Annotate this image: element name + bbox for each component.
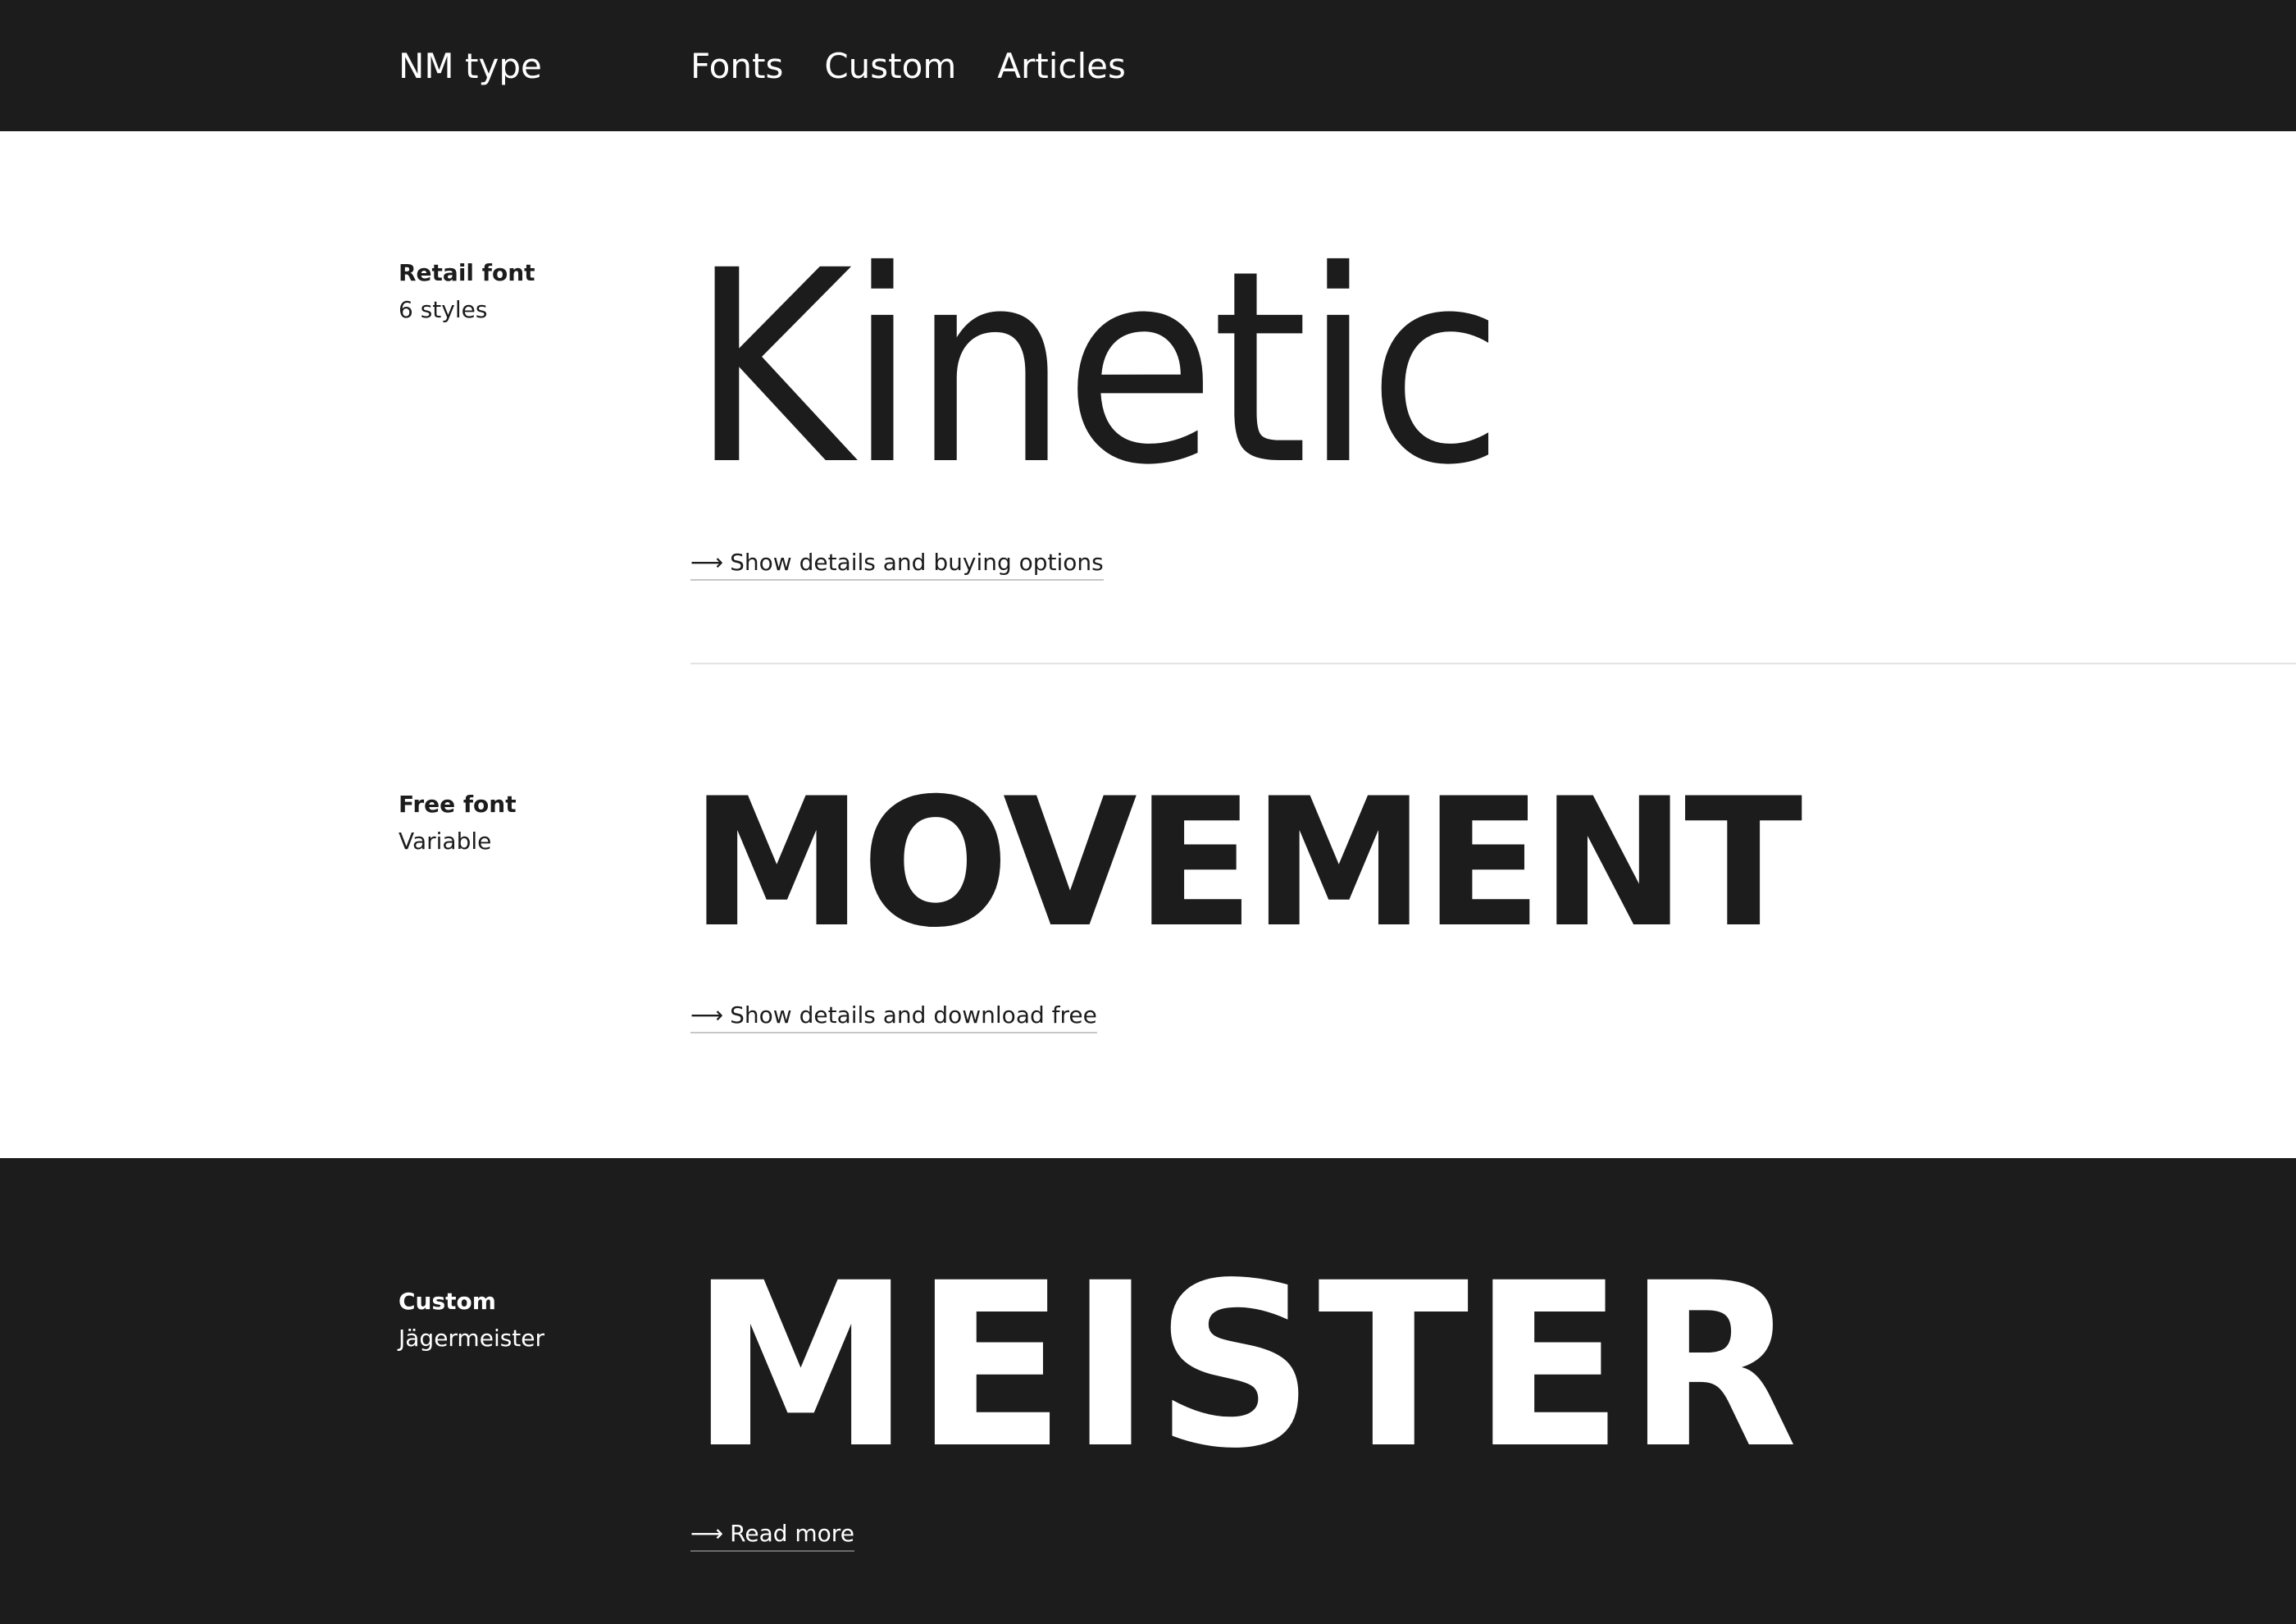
brand-logo-link[interactable]: NM type bbox=[399, 46, 542, 87]
custom-kind-label: Custom bbox=[399, 1288, 496, 1315]
font-kind-label: Free font bbox=[399, 791, 517, 818]
main-nav: Fonts Custom Articles bbox=[690, 46, 1126, 87]
link-label: Show details and buying options bbox=[730, 549, 1104, 576]
nav-link-custom[interactable]: Custom bbox=[824, 46, 956, 87]
nav-link-fonts[interactable]: Fonts bbox=[690, 46, 783, 87]
custom-meta: Custom Jägermeister bbox=[399, 1283, 544, 1357]
font-kind-label: Retail font bbox=[399, 259, 535, 286]
read-more-link[interactable]: ⟶ Read more bbox=[690, 1519, 854, 1552]
font-styles-count: 6 styles bbox=[399, 296, 488, 323]
link-label: Show details and download free bbox=[730, 1001, 1097, 1029]
arrow-right-icon: ⟶ bbox=[690, 1520, 724, 1547]
custom-card-meister: Custom Jägermeister MEISTER ⟶ Read more bbox=[0, 1158, 2296, 1624]
custom-client-label: Jägermeister bbox=[399, 1325, 545, 1352]
font-card-movement: Free font Variable MOVEMENT ⟶ Show detail… bbox=[0, 664, 2296, 1158]
font-specimen-kinetic[interactable]: Kinetic bbox=[690, 221, 1504, 517]
link-label: Read more bbox=[730, 1520, 854, 1547]
top-navigation-bar: NM type Fonts Custom Articles bbox=[0, 0, 2296, 131]
font-card-kinetic: Retail font 6 styles Kinetic ⟶ Show detai… bbox=[0, 131, 2296, 663]
font-variant-label: Variable bbox=[399, 828, 492, 855]
arrow-right-icon: ⟶ bbox=[690, 1001, 724, 1029]
font-meta: Free font Variable bbox=[399, 786, 517, 860]
nav-link-articles[interactable]: Articles bbox=[997, 46, 1126, 87]
custom-specimen-meister[interactable]: MEISTER bbox=[690, 1248, 1801, 1486]
show-details-download-link[interactable]: ⟶ Show details and download free bbox=[690, 1001, 1097, 1033]
show-details-buying-link[interactable]: ⟶ Show details and buying options bbox=[690, 548, 1104, 581]
arrow-right-icon: ⟶ bbox=[690, 549, 724, 576]
font-meta: Retail font 6 styles bbox=[399, 254, 535, 328]
font-specimen-movement[interactable]: MOVEMENT bbox=[690, 769, 1802, 958]
